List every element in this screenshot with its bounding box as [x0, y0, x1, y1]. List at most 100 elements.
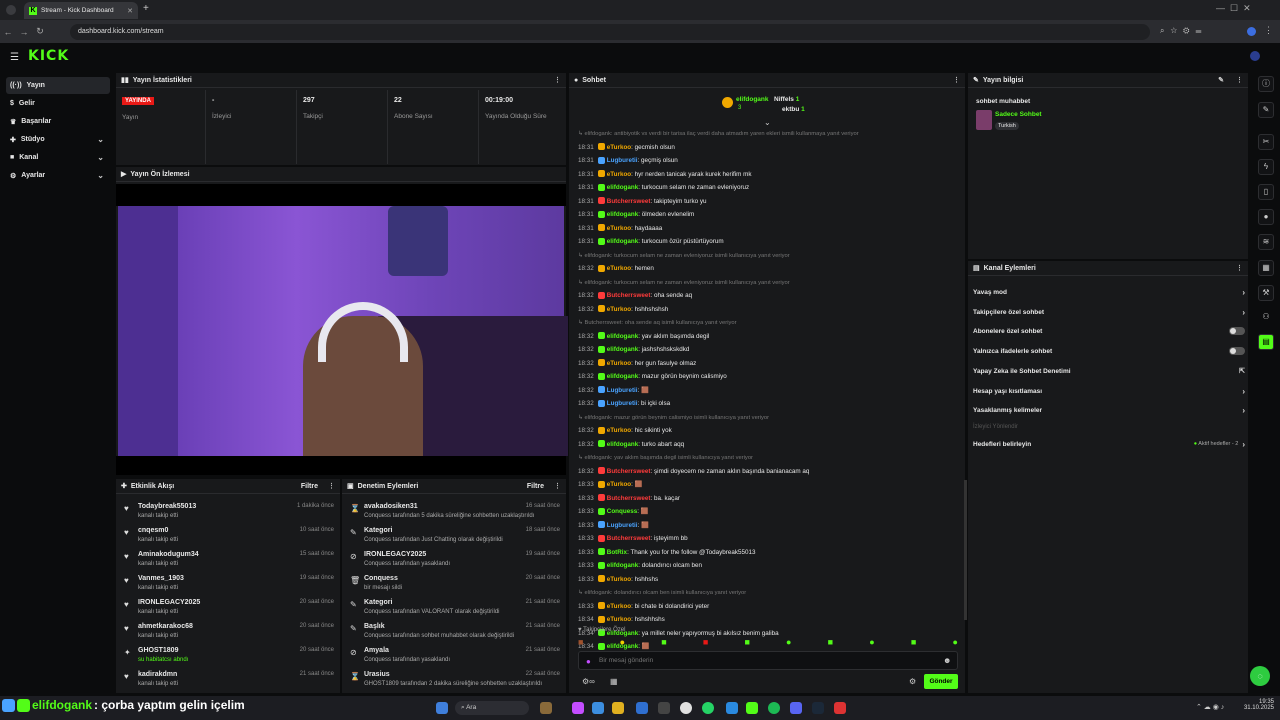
- chat-username[interactable]: elifdogank: [607, 346, 639, 353]
- more-icon[interactable]: ⋮: [1236, 76, 1243, 84]
- sidebar-item-gelir[interactable]: $ Gelir: [6, 95, 110, 112]
- action-subscribers-only[interactable]: Abonelere özel sohbet: [973, 323, 1245, 339]
- kick-green-icon[interactable]: ▤: [1258, 334, 1274, 350]
- browser-toolbar-icons[interactable]: ⌕☆⚙☰: [1160, 26, 1207, 36]
- browser-menu-icon[interactable]: ⋮: [1264, 25, 1273, 36]
- emote-icon[interactable]: ●: [869, 637, 874, 649]
- emote-icon[interactable]: ●: [786, 637, 791, 649]
- wrench-icon[interactable]: ⚒: [1258, 285, 1274, 301]
- chat-username[interactable]: eTurkoo: [607, 306, 631, 313]
- top-gifter-3[interactable]: ektbu 1: [782, 106, 805, 113]
- chat-username[interactable]: Butcherrsweet: [607, 535, 651, 542]
- chat-username[interactable]: Butcherrsweet: [607, 292, 651, 299]
- spotify-icon[interactable]: [768, 702, 780, 714]
- emote-icon[interactable]: ■: [911, 637, 916, 649]
- chat-username[interactable]: Lugburetii: [607, 522, 638, 529]
- app-icon[interactable]: [834, 702, 846, 714]
- chat-username[interactable]: eTurkoo: [607, 576, 631, 583]
- sidebar-item-studyo[interactable]: ✚ Stüdyo ⌄: [6, 131, 110, 148]
- profile-avatar[interactable]: [1247, 27, 1256, 36]
- chat-tools-icon[interactable]: ⚙∞: [582, 677, 595, 686]
- app-icon[interactable]: [658, 702, 670, 714]
- chat-username[interactable]: eTurkoo: [607, 360, 631, 367]
- more-icon[interactable]: ⋮: [953, 76, 960, 84]
- chat-bubble-fab[interactable]: ◌: [1250, 666, 1270, 686]
- chat-input[interactable]: [599, 654, 929, 667]
- top-gifter-2[interactable]: Niffels 1: [774, 96, 799, 103]
- window-controls[interactable]: — ☐ ✕: [1216, 3, 1251, 14]
- new-tab-icon[interactable]: +: [143, 3, 149, 14]
- chat-username[interactable]: Lugburetii: [607, 157, 638, 164]
- chat-username[interactable]: eTurkoo: [607, 603, 631, 610]
- app-icon[interactable]: [592, 702, 604, 714]
- moderation-filter-button[interactable]: Filtre: [527, 483, 544, 490]
- folder-icon[interactable]: [612, 702, 624, 714]
- action-ai-moderation[interactable]: Yapay Zeka ile Sohbet Denetimi ⇱: [973, 363, 1245, 379]
- browser-tab[interactable]: K Stream - Kick Dashboard ✕: [24, 2, 138, 19]
- emote-bar[interactable]: ■ ● ■ ■ ■ ● ■ ● ■ ●: [578, 637, 958, 649]
- more-icon[interactable]: ⋮: [554, 76, 561, 84]
- app-icon[interactable]: [636, 702, 648, 714]
- chat-username[interactable]: Lugburetii: [607, 400, 638, 407]
- chat-username[interactable]: elifdogank: [607, 211, 639, 218]
- back-icon[interactable]: ←: [0, 27, 16, 37]
- kick-app-icon[interactable]: [746, 702, 758, 714]
- close-tab-icon[interactable]: ✕: [127, 7, 133, 15]
- hamburger-icon[interactable]: ☰: [10, 52, 19, 63]
- subscribers-only-toggle[interactable]: [1229, 327, 1245, 335]
- info-icon[interactable]: ⓘ: [1258, 76, 1274, 92]
- grid-tool-icon[interactable]: ▦: [1258, 260, 1274, 276]
- action-emote-only[interactable]: Yalnızca ifadelerle sohbet: [973, 343, 1245, 359]
- edit-tool-icon[interactable]: ✎: [1258, 102, 1274, 118]
- url-field[interactable]: dashboard.kick.com/stream: [70, 24, 1150, 40]
- whatsapp-icon[interactable]: [702, 702, 714, 714]
- sidebar-item-basarilar[interactable]: ♛ Başarılar: [6, 113, 110, 130]
- chat-username[interactable]: eTurkoo: [607, 616, 631, 623]
- emote-icon[interactable]: ■: [661, 637, 666, 649]
- system-tray-icons[interactable]: ⌃ ☁ ◉ ♪: [1196, 703, 1224, 711]
- action-slow-mode[interactable]: Yavaş mod ›: [973, 284, 1245, 300]
- emote-icon[interactable]: ■: [828, 637, 833, 649]
- chat-username[interactable]: Conquess: [607, 508, 637, 515]
- activity-filter-button[interactable]: Filtre: [301, 483, 318, 490]
- chat-input-box[interactable]: ● ☻: [578, 651, 958, 670]
- chat-username[interactable]: elifdogank: [607, 333, 639, 340]
- forward-icon[interactable]: →: [16, 27, 32, 37]
- emote-icon[interactable]: ■: [703, 637, 708, 649]
- windows-start-icon[interactable]: [436, 702, 448, 714]
- app-icon[interactable]: [540, 702, 552, 714]
- chat-username[interactable]: eTurkoo: [607, 144, 631, 151]
- steam-icon[interactable]: [812, 702, 824, 714]
- chrome-icon[interactable]: [680, 702, 692, 714]
- emote-icon[interactable]: ●: [952, 637, 957, 649]
- more-icon[interactable]: ⋮: [554, 482, 561, 490]
- sidebar-item-kanal[interactable]: ■ Kanal ⌄: [6, 149, 110, 166]
- chat-username[interactable]: eTurkoo: [607, 427, 631, 434]
- action-banned-words[interactable]: Yasaklanmış kelimeler ›: [973, 402, 1245, 418]
- store-icon[interactable]: ▦: [610, 677, 618, 686]
- chat-username[interactable]: eTurkoo: [607, 481, 631, 488]
- top-gifter-name[interactable]: elifdogank: [736, 96, 769, 103]
- action-goals[interactable]: Hedefleri belirleyin ● Aktif hedefler - 2…: [973, 436, 1245, 452]
- lightning-icon[interactable]: ϟ: [1258, 159, 1274, 175]
- send-button[interactable]: Gönder: [924, 674, 958, 689]
- chat-username[interactable]: elifdogank: [607, 562, 639, 569]
- more-icon[interactable]: ⋮: [1236, 264, 1243, 272]
- emote-only-toggle[interactable]: [1229, 347, 1245, 355]
- discord-icon[interactable]: [790, 702, 802, 714]
- chat-username[interactable]: Lugburetii: [607, 387, 638, 394]
- chat-username[interactable]: elifdogank: [607, 373, 639, 380]
- taskbar-search[interactable]: ⌕ Ara: [455, 701, 529, 715]
- chat-username[interactable]: Butcherrsweet: [607, 468, 651, 475]
- sidebar-item-ayarlar[interactable]: ⚙ Ayarlar ⌄: [6, 167, 110, 184]
- chat-username[interactable]: eTurkoo: [607, 225, 631, 232]
- chat-username[interactable]: eTurkoo: [607, 171, 631, 178]
- people-icon[interactable]: ⚇: [1258, 310, 1274, 326]
- chat-scrollbar[interactable]: [964, 480, 967, 620]
- chat-username[interactable]: BotRix: [607, 549, 627, 556]
- kick-logo[interactable]: KICK: [28, 48, 69, 64]
- expand-icon[interactable]: ⌄: [764, 118, 771, 127]
- settings-icon[interactable]: ⚙: [909, 677, 916, 686]
- reload-icon[interactable]: ↻: [32, 26, 48, 37]
- tab-search-icon[interactable]: [6, 5, 16, 15]
